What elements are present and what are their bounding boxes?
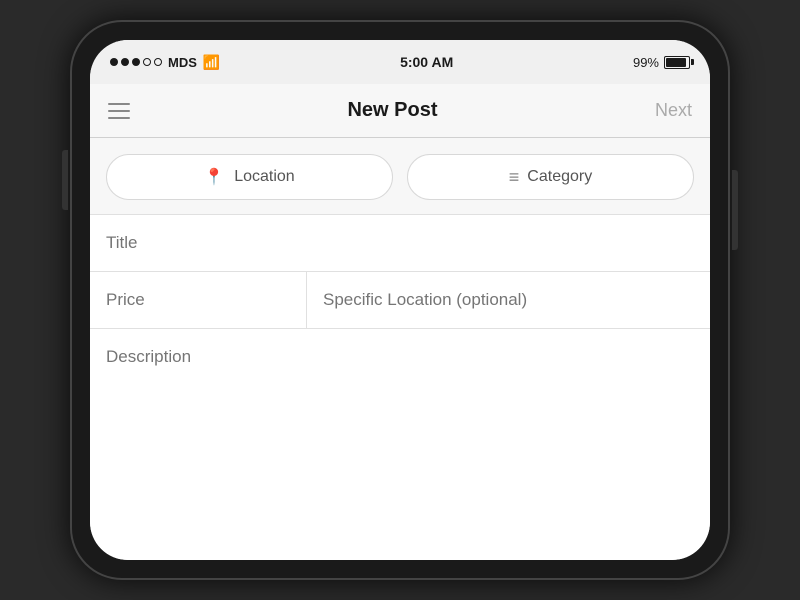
signal-dot-5	[154, 58, 162, 66]
specific-location-field[interactable]	[307, 272, 710, 328]
location-label: Location	[234, 168, 295, 186]
location-button[interactable]: 📍 Location	[106, 154, 393, 200]
title-input[interactable]	[106, 233, 694, 253]
description-input[interactable]	[106, 347, 694, 542]
signal-dot-1	[110, 58, 118, 66]
description-field[interactable]	[90, 329, 710, 560]
hamburger-line-1	[108, 103, 130, 105]
status-bar: MDS 📶 5:00 AM 99%	[90, 40, 710, 84]
carrier-label: MDS	[168, 55, 197, 70]
category-button[interactable]: ≡ Category	[407, 154, 694, 200]
status-time: 5:00 AM	[400, 54, 453, 70]
category-label: Category	[527, 168, 592, 186]
battery-fill	[666, 58, 686, 67]
location-pin-icon: 📍	[204, 167, 224, 187]
signal-dot-4	[143, 58, 151, 66]
nav-bar: New Post Next	[90, 84, 710, 138]
status-left: MDS 📶	[110, 54, 220, 71]
menu-button[interactable]	[108, 103, 130, 119]
specific-location-input[interactable]	[323, 290, 694, 310]
category-icon: ≡	[509, 167, 518, 188]
signal-dots	[110, 58, 162, 66]
hamburger-line-2	[108, 110, 130, 112]
battery-icon	[664, 56, 690, 69]
signal-dot-2	[121, 58, 129, 66]
pill-buttons-row: 📍 Location ≡ Category	[90, 138, 710, 215]
battery-percent: 99%	[633, 55, 659, 70]
battery-container	[664, 56, 690, 69]
price-location-row	[90, 272, 710, 329]
wifi-icon: 📶	[203, 54, 220, 71]
signal-dot-3	[132, 58, 140, 66]
phone-frame: MDS 📶 5:00 AM 99% New Post Next	[70, 20, 730, 580]
status-right: 99%	[633, 55, 690, 70]
main-content: 📍 Location ≡ Category	[90, 138, 710, 560]
price-input[interactable]	[106, 290, 290, 310]
page-title: New Post	[347, 99, 437, 122]
form-area	[90, 215, 710, 560]
hamburger-line-3	[108, 117, 130, 119]
title-field[interactable]	[90, 215, 710, 272]
price-field[interactable]	[90, 272, 307, 328]
phone-screen: MDS 📶 5:00 AM 99% New Post Next	[90, 40, 710, 560]
next-button[interactable]: Next	[655, 100, 692, 121]
